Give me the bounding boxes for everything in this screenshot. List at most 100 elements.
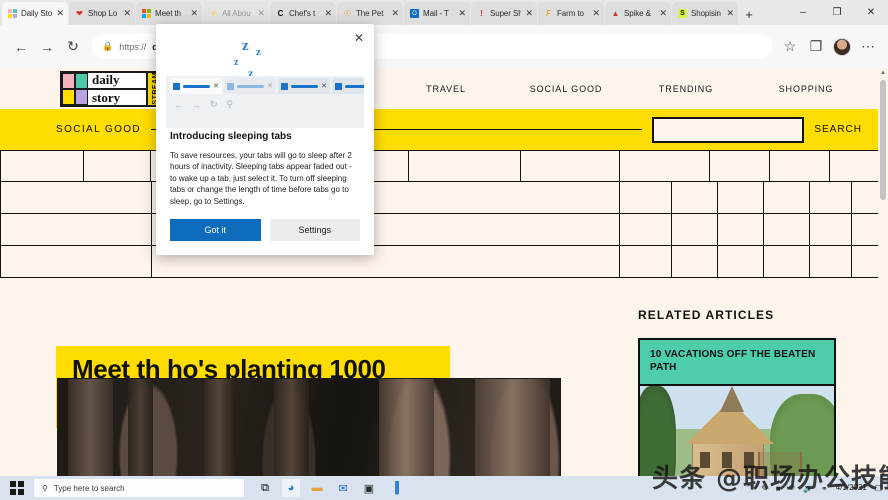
start-button[interactable]	[0, 476, 34, 500]
browser-tab[interactable]: Meet th ✕	[136, 2, 202, 25]
tab-close-icon[interactable]: ✕	[56, 9, 64, 18]
sleep-z-icon: z	[234, 57, 239, 68]
refresh-icon: ↻	[210, 99, 218, 109]
phone-link-icon[interactable]: ▐	[386, 479, 404, 497]
tab-title: Super Sh	[490, 9, 522, 18]
hero-image	[57, 378, 561, 480]
tab-close-icon[interactable]: ✕	[190, 9, 198, 18]
tab-title: Farm to	[557, 9, 584, 18]
grid-icon	[8, 9, 17, 18]
logo-line-2: story	[92, 89, 121, 105]
browser-tab[interactable]: O Mail - T ✕	[404, 2, 470, 25]
mini-toolbar: ← → ↻ ⚲	[166, 94, 364, 110]
triangle-icon: ▲	[611, 8, 620, 18]
tab-close-icon[interactable]: ✕	[391, 9, 399, 18]
browser-tab[interactable]: S Shopisin ✕	[672, 2, 738, 25]
browser-tab[interactable]: ❤ Shop Lo ✕	[69, 2, 135, 25]
tab-close-icon[interactable]: ✕	[592, 9, 600, 18]
back-icon[interactable]: ←	[8, 34, 34, 60]
url-prefix: https://	[119, 41, 147, 52]
refresh-icon[interactable]: ↻	[60, 34, 86, 60]
got-it-button[interactable]: Got it	[170, 219, 261, 241]
tab-strip: Daily Sto ✕ ❤ Shop Lo ✕ Meet th ✕ ⚡ All …	[0, 0, 888, 25]
related-articles-section: RELATED ARTICLES 10 VACATIONS OFF THE BE…	[638, 308, 888, 480]
forward-icon[interactable]: →	[34, 34, 60, 60]
file-explorer-icon[interactable]: ▬	[308, 479, 326, 497]
tab-close-icon[interactable]: ✕	[726, 9, 734, 18]
letter-s-icon: S	[678, 9, 687, 18]
browser-tab-sleeping[interactable]: ⚡ All Abou ✕	[203, 2, 269, 25]
dialog-actions: Got it Settings	[156, 207, 374, 255]
tab-close-icon[interactable]: ✕	[525, 9, 533, 18]
nav-item-social-good[interactable]: SOCIAL GOOD	[506, 84, 626, 94]
heart-icon: ❤	[76, 8, 83, 18]
tab-title: Spike &	[624, 9, 651, 18]
edge-icon[interactable]: ◕	[282, 479, 300, 497]
browser-chrome: Daily Sto ✕ ❤ Shop Lo ✕ Meet th ✕ ⚡ All …	[0, 0, 888, 68]
scroll-up-icon[interactable]: ▲	[878, 68, 888, 78]
tab-close-icon[interactable]: ✕	[324, 9, 332, 18]
browser-tab[interactable]: Daily Sto ✕	[2, 2, 68, 25]
tab-title: The Pet	[356, 9, 384, 18]
new-tab-button[interactable]: +	[739, 3, 759, 25]
collections-icon[interactable]: ❐	[804, 34, 828, 60]
avatar[interactable]	[830, 34, 854, 60]
tab-close-icon[interactable]: ✕	[458, 9, 466, 18]
dialog-description: To save resources, your tabs will go to …	[170, 150, 352, 206]
browser-tab[interactable]: ▲ Spike & ✕	[605, 2, 671, 25]
page-content: Meet th ho's planting 1000 trees RELATED…	[0, 150, 888, 480]
grid-icon	[142, 9, 151, 18]
tab-title: Daily Sto	[21, 9, 53, 18]
decorative-grid-right	[620, 150, 888, 282]
taskbar-search-box[interactable]: ⚲ Type here to search	[34, 479, 244, 497]
watermark-text: 头条 @职场办公技能	[652, 464, 888, 494]
web-page: daily story STREAM NT TRAVEL SOCIAL GOOD…	[0, 68, 888, 480]
logo-grid-icon	[62, 72, 88, 105]
minimize-button[interactable]: –	[786, 0, 820, 25]
close-window-button[interactable]: ✕	[854, 0, 888, 25]
tab-title: Shop Lo	[88, 9, 118, 18]
nav-item-shopping[interactable]: SHOPPING	[746, 84, 866, 94]
forward-icon: →	[192, 99, 201, 110]
screen: Daily Sto ✕ ❤ Shop Lo ✕ Meet th ✕ ⚡ All …	[0, 0, 888, 500]
site-logo[interactable]: daily story STREAM	[60, 70, 164, 107]
related-card-title: 10 VACATIONS OFF THE BEATEN PATH	[650, 349, 816, 373]
taskbar-search-placeholder: Type here to search	[53, 483, 125, 493]
mail-icon[interactable]: ✉	[334, 479, 352, 497]
back-icon: ←	[174, 99, 183, 110]
tab-close-icon[interactable]: ✕	[659, 9, 667, 18]
browser-tab[interactable]: F Farm to ✕	[538, 2, 604, 25]
lightning-icon: ⚡	[208, 8, 219, 18]
nav-item-trending[interactable]: TRENDING	[626, 84, 746, 94]
letter-c-icon: C	[277, 8, 284, 18]
dialog-title: Introducing sleeping tabs	[170, 130, 292, 142]
dialog-body: Introducing sleeping tabs To save resour…	[156, 125, 374, 208]
tab-close-icon[interactable]: ✕	[123, 9, 131, 18]
sleep-z-icon: z	[256, 46, 261, 58]
tab-close-icon[interactable]: ✕	[257, 9, 265, 18]
lock-icon: 🔒	[102, 41, 114, 51]
tab-title: Chef's t	[289, 9, 316, 18]
dialog-illustration: z z z z ✕ ✕ ✕ ← → ↻ ⚲	[166, 32, 364, 128]
profile-avatar-image	[833, 37, 851, 56]
tab-title: All Abou	[222, 9, 251, 18]
browser-tab[interactable]: ☉ The Pet ✕	[337, 2, 403, 25]
toolbar-actions: ☆ ❐ ⋯	[778, 34, 880, 60]
nav-item-travel[interactable]: TRAVEL	[386, 84, 506, 94]
tab-title: Shopisin	[691, 9, 721, 18]
search-icon: ⚲	[42, 483, 48, 493]
logo-line-1: daily	[88, 72, 146, 90]
scrollbar-thumb[interactable]	[880, 80, 886, 200]
settings-button[interactable]: Settings	[269, 219, 360, 241]
browser-tab[interactable]: C Chef's t ✕	[270, 2, 336, 25]
settings-icon[interactable]: ⋯	[856, 34, 880, 60]
store-icon[interactable]: ▣	[360, 479, 378, 497]
search-button[interactable]: SEARCH	[814, 124, 862, 135]
task-view-icon[interactable]: ⧉	[256, 479, 274, 497]
page-scrollbar[interactable]: ▲ ▼	[878, 68, 888, 480]
maximize-button[interactable]: ❐	[820, 0, 854, 25]
mini-tab: ✕	[170, 78, 222, 94]
browser-tab[interactable]: ! Super Sh ✕	[471, 2, 537, 25]
favorites-icon[interactable]: ☆	[778, 34, 802, 60]
search-input[interactable]	[652, 116, 805, 143]
